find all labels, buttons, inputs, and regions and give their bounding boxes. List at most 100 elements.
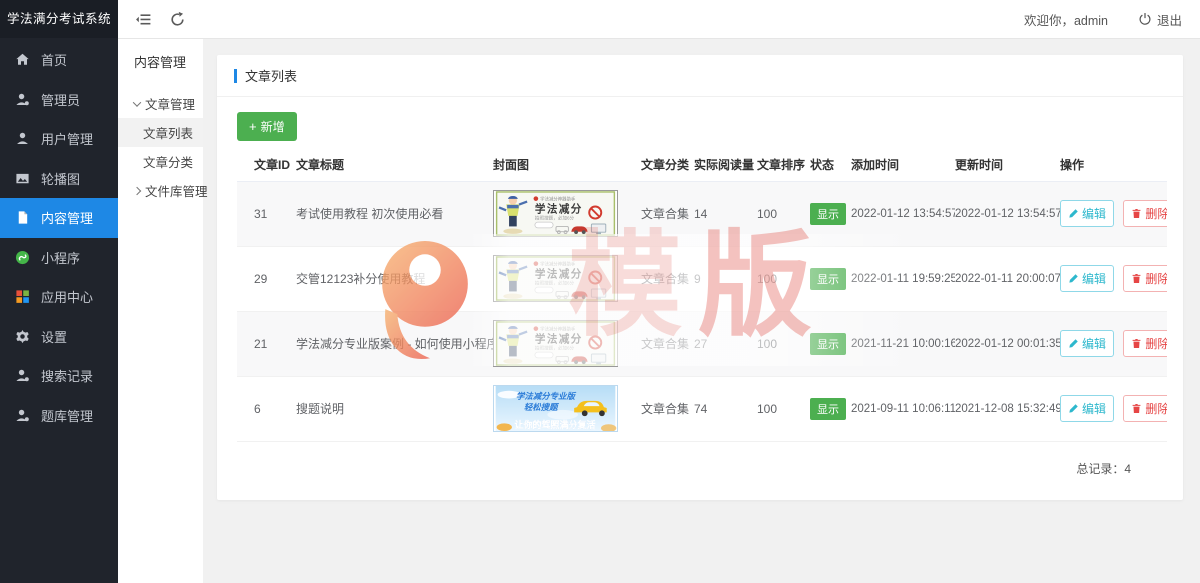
- search-records-icon: [15, 368, 30, 383]
- column-header: 封面图: [493, 155, 641, 181]
- cell-read-count: 14: [694, 181, 757, 246]
- cell-status: 显示: [810, 181, 851, 246]
- sidebar-item-miniprogram[interactable]: 小程序: [0, 238, 118, 278]
- trash-icon: [1131, 338, 1142, 349]
- column-header: 添加时间: [851, 155, 955, 181]
- cell-status: 显示: [810, 311, 851, 376]
- delete-button[interactable]: 删除: [1123, 265, 1167, 292]
- sidebar-item-content[interactable]: 内容管理: [0, 198, 118, 238]
- pencil-icon: [1068, 338, 1079, 349]
- edit-button[interactable]: 编辑: [1060, 265, 1114, 292]
- sidebar-item-carousel[interactable]: 轮播图: [0, 159, 118, 199]
- admin-icon: [15, 92, 30, 107]
- edit-button[interactable]: 编辑: [1060, 200, 1114, 227]
- sidebar-item-question-bank[interactable]: 题库管理: [0, 396, 118, 436]
- cell-cover: 学法减分专业版 轻松搜题 让你的驾照满分复活: [493, 376, 641, 441]
- home-icon: [15, 52, 30, 67]
- status-badge: 显示: [810, 398, 846, 420]
- submenu-item-article-list[interactable]: 文章列表: [118, 118, 203, 147]
- pencil-icon: [1068, 273, 1079, 284]
- cell-operations: 编辑 删除: [1060, 246, 1167, 311]
- submenu-group-articles[interactable]: 文章管理: [118, 89, 203, 118]
- cell-updated-time: 2022-01-12 00:01:35: [955, 311, 1060, 376]
- welcome-text: 欢迎你，admin: [1024, 10, 1108, 29]
- status-badge: 显示: [810, 333, 846, 355]
- cover-image: 学法减分专业版 轻松搜题 让你的驾照满分复活: [493, 385, 618, 432]
- sidebar-item-label: 小程序: [41, 248, 80, 267]
- submenu-header: 内容管理: [118, 39, 203, 83]
- sidebar-item-home[interactable]: 首页: [0, 40, 118, 80]
- delete-button[interactable]: 删除: [1123, 330, 1167, 357]
- cell-updated-time: 2021-12-08 15:32:49: [955, 376, 1060, 441]
- cell-cover: 学法减分神器助手 学法减分 拍照搜题，必加6分: [493, 246, 641, 311]
- cell-category: 文章合集: [641, 181, 694, 246]
- cell-operations: 编辑 删除: [1060, 311, 1167, 376]
- trash-icon: [1131, 273, 1142, 284]
- svg-text:学法减分: 学法减分: [535, 203, 583, 216]
- cell-article-title: 搜题说明: [296, 376, 493, 441]
- cell-article-id: 31: [237, 181, 296, 246]
- sidebar-item-label: 内容管理: [41, 208, 93, 227]
- cell-read-count: 9: [694, 246, 757, 311]
- submenu-panel: 内容管理 文章管理 文章列表 文章分类 文件库管理: [118, 39, 203, 583]
- svg-text:学法减分专业版: 学法减分专业版: [516, 391, 576, 401]
- cell-category: 文章合集: [641, 246, 694, 311]
- app-logo: 学法满分考试系统: [0, 0, 118, 38]
- svg-text:学法减分神器助手: 学法减分神器助手: [540, 260, 576, 267]
- plus-icon: +: [249, 120, 257, 133]
- cell-added-time: 2021-11-21 10:00:16: [851, 311, 955, 376]
- cell-added-time: 2021-09-11 10:06:11: [851, 376, 955, 441]
- column-header: 实际阅读量: [694, 155, 757, 181]
- settings-gear-icon: [15, 329, 30, 344]
- svg-text:学法减分: 学法减分: [535, 268, 583, 281]
- svg-text:学法减分神器助手: 学法减分神器助手: [540, 195, 576, 202]
- power-icon: [1138, 12, 1152, 26]
- column-header: 文章ID: [237, 155, 296, 181]
- cell-sort-order: 100: [757, 181, 810, 246]
- svg-text:拍照搜题，必加6分: 拍照搜题，必加6分: [535, 345, 575, 352]
- sidebar-item-admins[interactable]: 管理员: [0, 80, 118, 120]
- sidebar-item-label: 管理员: [41, 90, 80, 109]
- svg-text:让你的驾照满分复活: 让你的驾照满分复活: [515, 419, 596, 430]
- miniprogram-icon: [15, 250, 30, 265]
- sidebar-item-label: 用户管理: [41, 129, 93, 148]
- article-table: 文章ID文章标题封面图文章分类实际阅读量文章排序状态添加时间更新时间操作 31 …: [237, 155, 1167, 442]
- edit-button[interactable]: 编辑: [1060, 330, 1114, 357]
- sidebar-item-search-records[interactable]: 搜索记录: [0, 356, 118, 396]
- cover-image: 学法减分神器助手 学法减分 拍照搜题，必加6分: [493, 190, 618, 237]
- sidebar-item-settings[interactable]: 设置: [0, 317, 118, 357]
- pencil-icon: [1068, 208, 1079, 219]
- cell-category: 文章合集: [641, 311, 694, 376]
- chevron-down-icon: [133, 98, 141, 106]
- add-article-button[interactable]: + 新增: [237, 112, 297, 141]
- edit-button[interactable]: 编辑: [1060, 395, 1114, 422]
- cell-added-time: 2022-01-12 13:54:57: [851, 181, 955, 246]
- table-row: 29 交管12123补分使用教程 学法减分神器助手 学法减分 拍照搜题，必加6分…: [237, 246, 1167, 311]
- cell-article-title: 学法减分专业版案例 - 如何使用小程序?: [296, 311, 493, 376]
- sidebar-item-app-center[interactable]: 应用中心: [0, 277, 118, 317]
- cell-sort-order: 100: [757, 246, 810, 311]
- status-badge: 显示: [810, 268, 846, 290]
- topbar: 欢迎你，admin 退出: [118, 0, 1200, 39]
- page-title: 文章列表: [245, 66, 297, 85]
- delete-button[interactable]: 删除: [1123, 200, 1167, 227]
- collapse-menu-icon[interactable]: [135, 11, 152, 28]
- article-list-card: 文章列表 + 新增 文章ID文章标题封面图文章分类实际阅读量文章排序状态添加时间…: [217, 55, 1183, 500]
- submenu-group-file-library[interactable]: 文件库管理: [118, 176, 203, 205]
- cover-image: 学法减分神器助手 学法减分 拍照搜题，必加6分: [493, 320, 618, 367]
- topbar-right: 欢迎你，admin 退出: [1024, 10, 1200, 29]
- card-title-row: 文章列表: [217, 55, 1183, 97]
- sidebar: 学法满分考试系统 首页 管理员 用户管理 轮播图 内容管理 小程序: [0, 0, 118, 583]
- carousel-icon: [15, 171, 30, 186]
- svg-text:学法减分: 学法减分: [535, 333, 583, 346]
- cell-operations: 编辑 删除: [1060, 181, 1167, 246]
- svg-text:学法减分神器助手: 学法减分神器助手: [540, 325, 576, 332]
- cell-sort-order: 100: [757, 311, 810, 376]
- cell-category: 文章合集: [641, 376, 694, 441]
- delete-button[interactable]: 删除: [1123, 395, 1167, 422]
- logout-button[interactable]: 退出: [1138, 10, 1182, 29]
- total-records: 总记录：4: [217, 442, 1183, 477]
- refresh-icon[interactable]: [169, 11, 186, 28]
- submenu-item-article-category[interactable]: 文章分类: [118, 147, 203, 176]
- sidebar-item-users[interactable]: 用户管理: [0, 119, 118, 159]
